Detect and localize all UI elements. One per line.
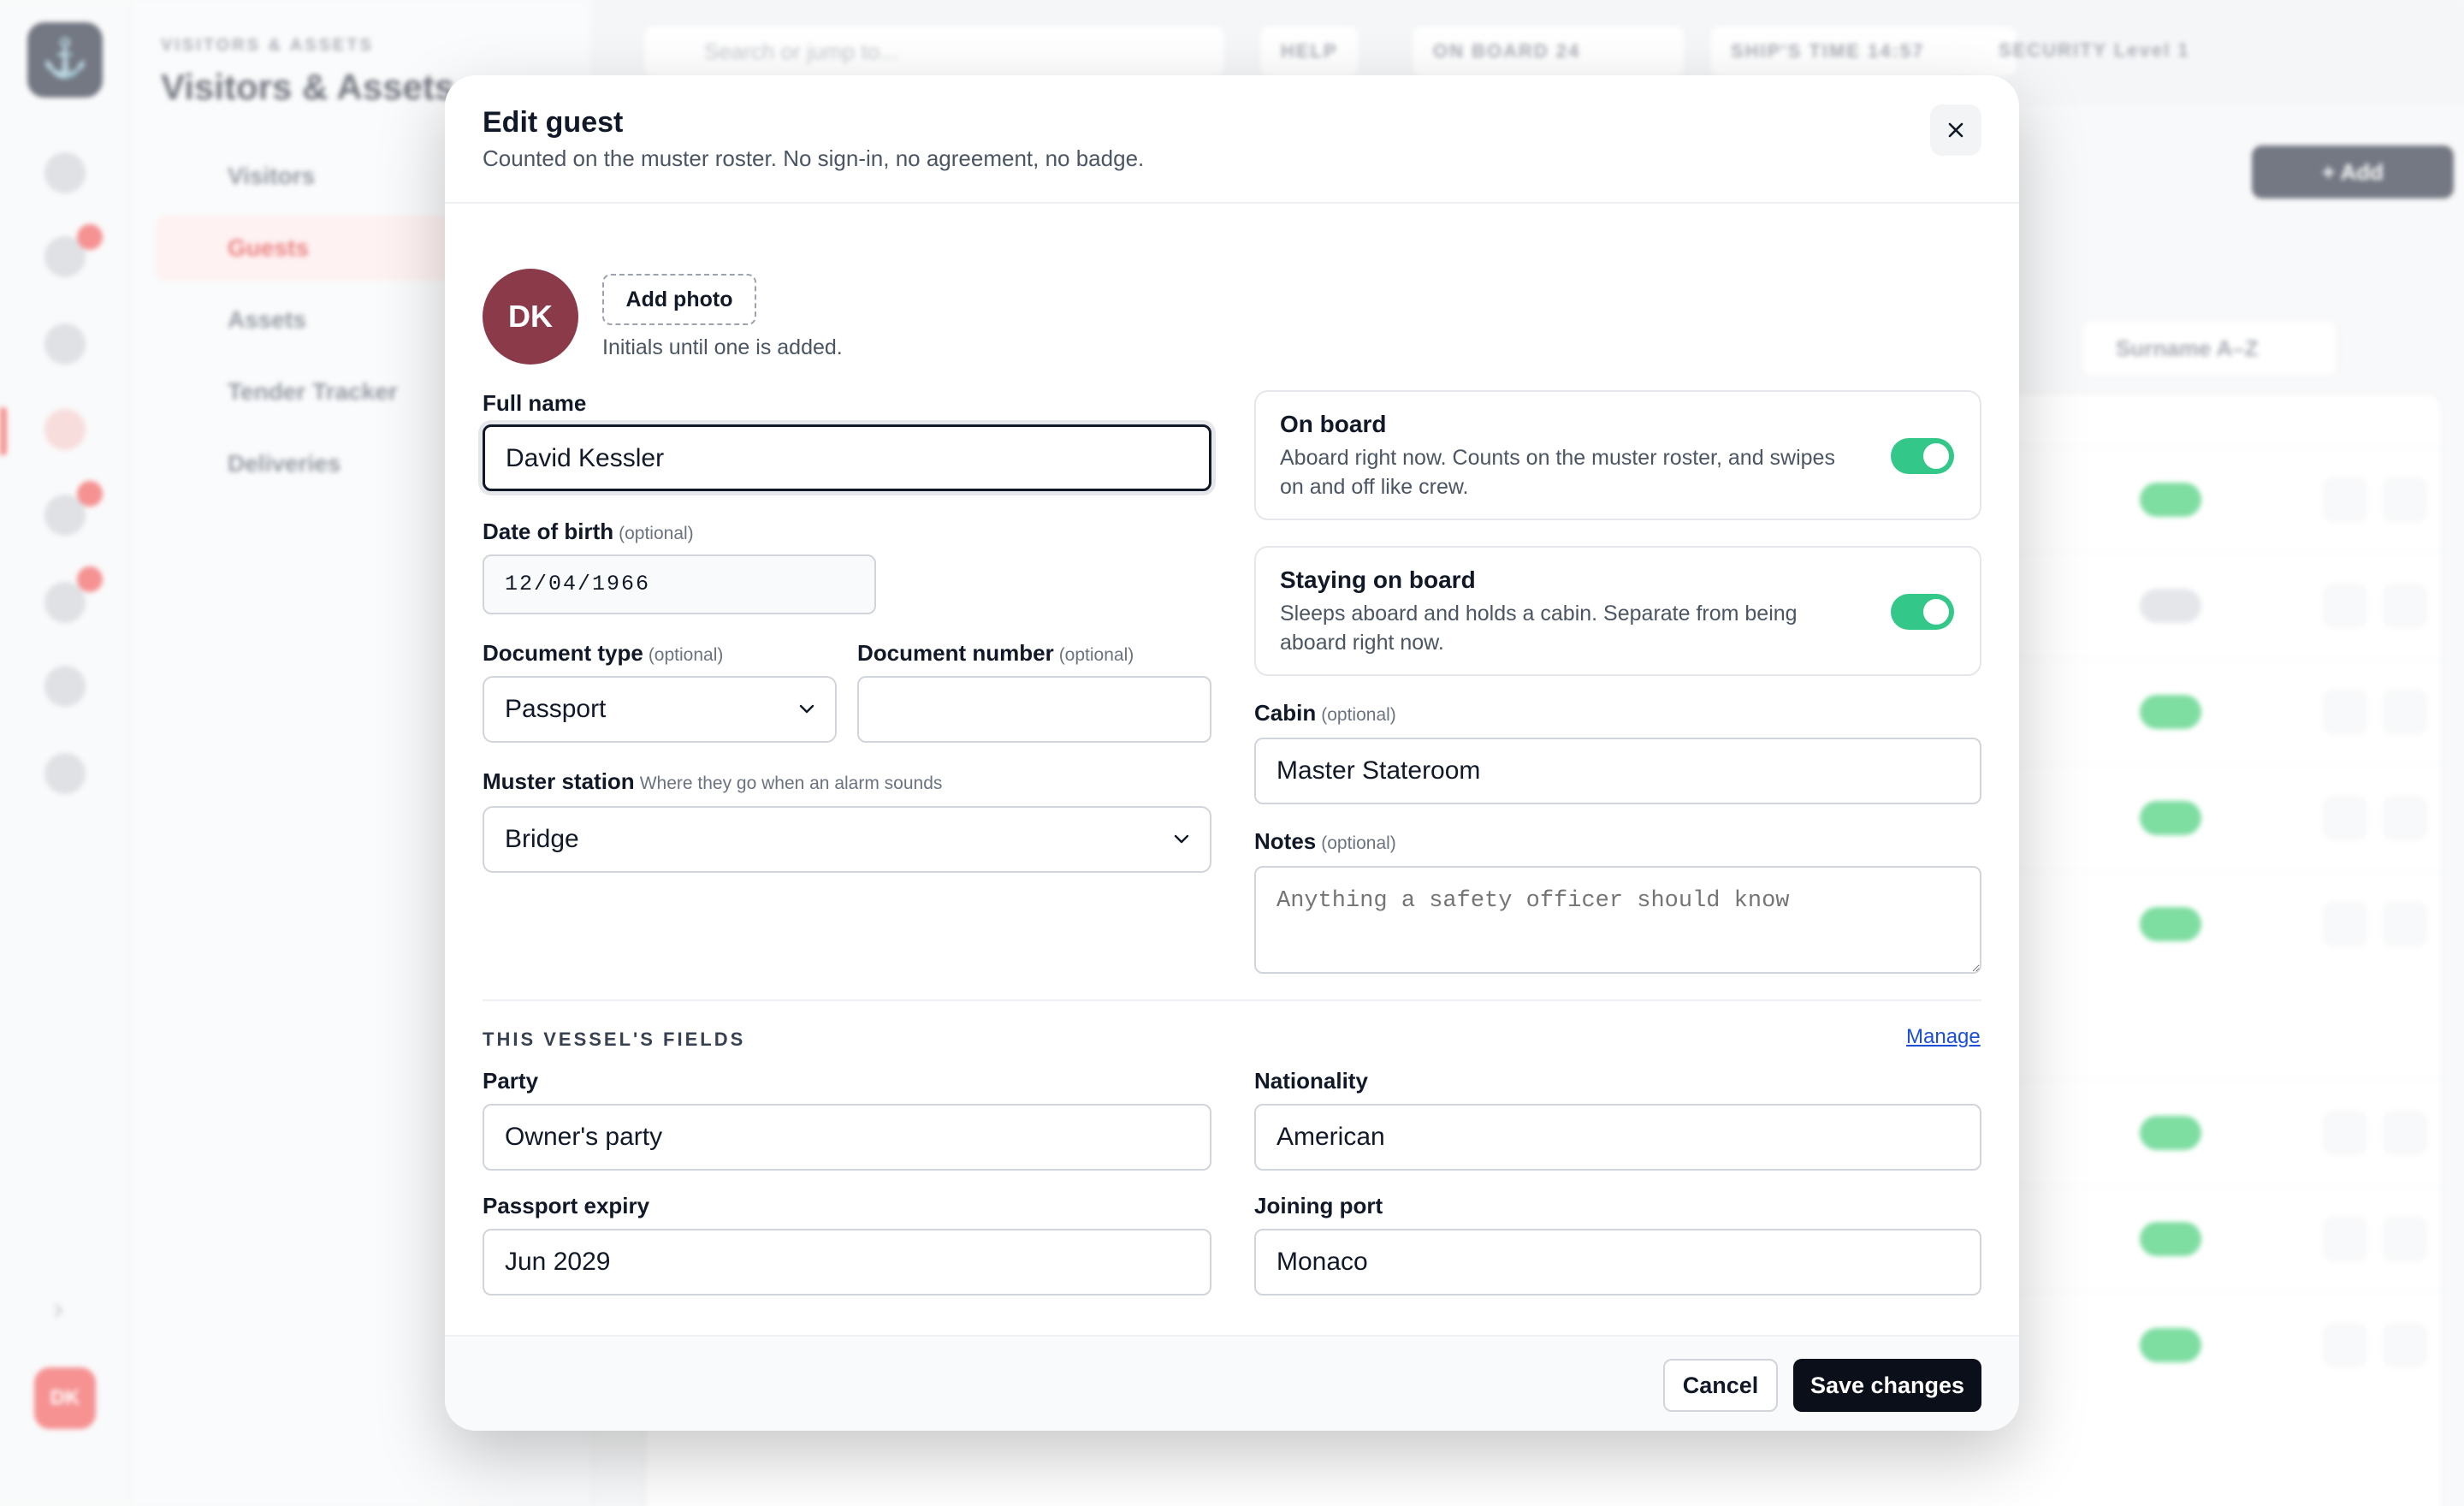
cabin-label-text: Cabin [1254,700,1317,726]
notes-textarea[interactable] [1254,866,1981,974]
notes-label-text: Notes [1254,828,1317,854]
cancel-button[interactable]: Cancel [1663,1359,1778,1412]
doc-type-label-text: Document type [483,640,643,666]
joining-port-label: Joining port [1254,1193,1383,1218]
on-board-card: On board Aboard right now. Counts on the… [1254,390,1981,520]
cabin-input[interactable]: Master Stateroom [1254,738,1981,804]
party-input[interactable]: Owner's party [483,1104,1211,1171]
photo-hint: Initials until one is added. [602,335,843,359]
chevron-down-icon [797,678,816,741]
notes-label: Notes (optional) [1254,828,1396,855]
doc-number-label-text: Document number [857,640,1054,666]
dialog-footer: Cancel Save changes [445,1335,2019,1431]
full-name-label: Full name [483,390,587,416]
cabin-optional: (optional) [1321,705,1396,725]
edit-guest-dialog: Edit guest Counted on the muster roster.… [445,75,2019,1431]
muster-hint: Where they go when an alarm sounds [639,774,943,793]
staying-on-board-card: Staying on board Sleeps aboard and holds… [1254,546,1981,676]
doc-type-value: Passport [505,695,607,723]
dob-label: Date of birth (optional) [483,519,694,545]
dialog-subtitle: Counted on the muster roster. No sign-in… [483,145,1145,171]
full-name-input[interactable]: David Kessler [483,424,1211,491]
on-board-toggle[interactable] [1891,438,1954,474]
dialog-header: Edit guest Counted on the muster roster.… [445,75,2019,204]
dialog-title: Edit guest [483,106,624,139]
on-board-description: Aboard right now. Counts on the muster r… [1280,446,1835,499]
close-button[interactable] [1930,104,1981,156]
dob-label-text: Date of birth [483,519,614,544]
vessel-fields-title: THIS VESSEL'S FIELDS [483,1029,746,1050]
notes-optional: (optional) [1321,833,1396,853]
muster-station-value: Bridge [505,825,579,853]
dob-optional: (optional) [619,524,694,543]
doc-number-label: Document number (optional) [857,640,1134,667]
add-photo-button[interactable]: Add photo [602,274,756,325]
passport-expiry-input[interactable]: Jun 2029 [483,1229,1211,1296]
cabin-label: Cabin (optional) [1254,700,1396,726]
dob-input[interactable]: 12/04/1966 [483,554,876,614]
chevron-down-icon [1172,808,1191,871]
muster-label-text: Muster station [483,768,635,794]
muster-label: Muster station Where they go when an alar… [483,768,942,795]
nationality-label: Nationality [1254,1068,1368,1094]
party-label: Party [483,1068,539,1094]
doc-type-label: Document type (optional) [483,640,723,667]
nationality-input[interactable]: American [1254,1104,1981,1171]
toggle-knob [1923,599,1949,625]
passport-expiry-label: Passport expiry [483,1193,650,1218]
manage-fields-link[interactable]: Manage [1906,1025,1981,1049]
doc-number-optional: (optional) [1058,645,1134,665]
staying-title: Staying on board [1280,566,1476,593]
section-divider [483,999,1981,1001]
joining-port-input[interactable]: Monaco [1254,1229,1981,1296]
staying-description: Sleeps aboard and holds a cabin. Separat… [1280,602,1798,655]
doc-type-select[interactable]: Passport [483,676,837,743]
guest-avatar: DK [483,269,578,365]
on-board-title: On board [1280,411,1387,437]
save-changes-button[interactable]: Save changes [1793,1359,1981,1412]
toggle-knob [1923,443,1949,469]
doc-type-optional: (optional) [648,645,724,665]
staying-on-board-toggle[interactable] [1891,594,1954,630]
close-icon [1948,122,1964,138]
doc-number-input[interactable] [857,676,1211,743]
muster-station-select[interactable]: Bridge [483,806,1211,873]
